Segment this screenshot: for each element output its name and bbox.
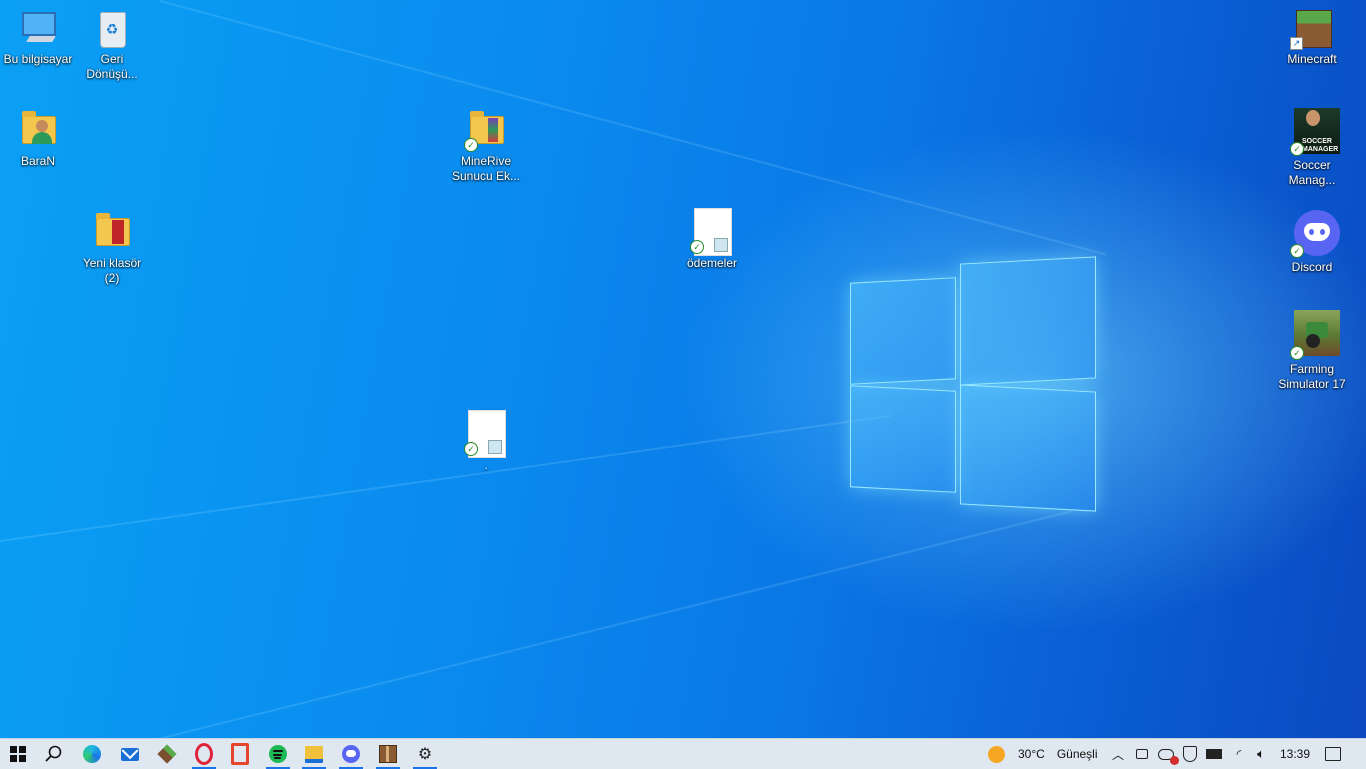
- minerive-folder-shortcut[interactable]: ✓ MineRive Sunucu Ek...: [448, 110, 524, 184]
- show-hidden-icons-button[interactable]: ︿: [1110, 739, 1126, 769]
- tray-onedrive[interactable]: [1157, 739, 1179, 769]
- icon-label: Geri Dönüşü...: [86, 52, 138, 81]
- tray-network[interactable]: ◜: [1230, 739, 1248, 769]
- speaker-icon: 🔈︎: [1257, 746, 1265, 761]
- minecraft-icon: ↗: [1290, 8, 1332, 50]
- taskbar-discord[interactable]: [333, 739, 369, 769]
- mail-icon: [121, 741, 139, 761]
- soccer-manager-icon: SOCCER MANAGER ✓: [1290, 108, 1340, 156]
- folder-icon: [92, 212, 132, 252]
- odemeler-document-shortcut[interactable]: ✓ ödemeler: [674, 208, 750, 271]
- logo-pane: [850, 385, 956, 493]
- sync-check-icon: ✓: [690, 240, 704, 254]
- taskbar-opera[interactable]: [186, 739, 222, 769]
- taskbar-settings[interactable]: ⚙: [407, 739, 443, 769]
- recycle-bin-shortcut[interactable]: ♻ Geri Dönüşü...: [74, 8, 150, 82]
- icon-label: Soccer Manag...: [1288, 158, 1336, 187]
- logo-pane: [960, 256, 1096, 386]
- folder-icon: [305, 745, 323, 763]
- new-folder-shortcut[interactable]: Yeni klasör (2): [74, 212, 150, 286]
- user-folder-shortcut[interactable]: BaraN: [0, 110, 76, 169]
- sun-icon: [988, 745, 1005, 763]
- taskbar: ⚙ 30°C Güneşli ︿ ◜ 🔈︎ 13:39: [0, 738, 1366, 769]
- weather-widget[interactable]: 30°C Güneşli: [988, 739, 1098, 769]
- icon-label: BaraN: [20, 154, 55, 168]
- sync-check-icon: ✓: [1290, 244, 1304, 258]
- search-icon: [45, 745, 62, 762]
- tray-volume[interactable]: 🔈︎: [1252, 739, 1270, 769]
- shortcut-arrow-icon: ↗: [1290, 37, 1303, 50]
- soccer-manager-shortcut[interactable]: SOCCER MANAGER ✓ Soccer Manag...: [1274, 108, 1350, 188]
- discord-icon: [342, 745, 360, 763]
- taskbar-mail[interactable]: [112, 739, 148, 769]
- icon-label: MineRive Sunucu Ek...: [451, 154, 521, 183]
- cloud-error-icon: [1158, 748, 1179, 765]
- farming-simulator-icon: ✓: [1290, 310, 1340, 360]
- battery-icon: [1206, 749, 1222, 759]
- tray-security[interactable]: [1181, 739, 1199, 769]
- computer-icon: [18, 8, 58, 48]
- weather-temperature: 30°C: [1018, 747, 1045, 761]
- taskbar-file-explorer[interactable]: [296, 739, 332, 769]
- tray-battery[interactable]: [1205, 739, 1223, 769]
- document-icon: ✓: [690, 208, 732, 256]
- dot-document-shortcut[interactable]: ✓ .: [448, 410, 524, 473]
- discord-icon: ✓: [1290, 210, 1340, 258]
- taskbar-minecraft[interactable]: [149, 739, 185, 769]
- folder-icon: ✓: [464, 110, 506, 152]
- clock-time: 13:39: [1280, 747, 1311, 761]
- icon-label: Farming Simulator 17: [1278, 362, 1346, 391]
- light-beam: [159, 0, 1107, 256]
- minecraft-shortcut[interactable]: ↗ Minecraft: [1274, 8, 1350, 67]
- farming-simulator-shortcut[interactable]: ✓ Farming Simulator 17: [1274, 310, 1350, 392]
- shield-icon: [1183, 746, 1197, 762]
- taskbar-package-app[interactable]: [370, 739, 406, 769]
- user-folder-icon: [18, 110, 58, 150]
- spotify-icon: [269, 745, 287, 763]
- icon-label: Yeni klasör (2): [82, 256, 142, 285]
- gear-icon: ⚙: [417, 746, 433, 763]
- notification-icon: [1325, 747, 1341, 761]
- logo-pane: [960, 384, 1096, 512]
- opera-icon: [195, 743, 213, 765]
- document-icon: ✓: [464, 410, 506, 458]
- light-beam: [0, 414, 892, 542]
- icon-label: ödemeler: [686, 256, 738, 270]
- windows-logo: [848, 256, 1098, 512]
- weather-condition: Güneşli: [1056, 747, 1098, 761]
- chevron-up-icon: ︿: [1111, 747, 1124, 762]
- logo-pane: [850, 277, 956, 385]
- action-center-button[interactable]: [1322, 739, 1344, 769]
- windows-icon: [10, 746, 26, 762]
- office-icon: [231, 743, 249, 765]
- taskbar-office[interactable]: [222, 739, 258, 769]
- minecraft-icon: [157, 744, 177, 764]
- wifi-icon: ◜: [1236, 747, 1242, 761]
- taskbar-edge[interactable]: [74, 739, 110, 769]
- icon-label: Bu bilgisayar: [3, 52, 73, 66]
- sync-check-icon: ✓: [1290, 346, 1304, 360]
- light-beam: [150, 510, 1073, 738]
- taskbar-spotify[interactable]: [260, 739, 296, 769]
- search-button[interactable]: [36, 739, 72, 769]
- clock[interactable]: 13:39: [1280, 739, 1310, 769]
- start-button[interactable]: [0, 739, 36, 769]
- sync-check-icon: ✓: [464, 442, 478, 456]
- desktop-wallpaper: Bu bilgisayar ♻ Geri Dönüşü... BaraN Yen…: [0, 0, 1366, 738]
- icon-label: Minecraft: [1287, 52, 1337, 66]
- camera-icon: [1136, 749, 1148, 759]
- recycle-bin-icon: ♻: [92, 8, 132, 48]
- discord-shortcut[interactable]: ✓ Discord: [1274, 210, 1350, 275]
- this-pc-shortcut[interactable]: Bu bilgisayar: [0, 8, 76, 67]
- edge-icon: [83, 745, 101, 763]
- icon-label: Discord: [1291, 260, 1333, 274]
- sync-check-icon: ✓: [464, 138, 478, 152]
- tray-meet-now[interactable]: [1134, 739, 1150, 769]
- icon-label: .: [484, 458, 488, 472]
- package-icon: [379, 745, 397, 763]
- sync-check-icon: ✓: [1290, 142, 1304, 156]
